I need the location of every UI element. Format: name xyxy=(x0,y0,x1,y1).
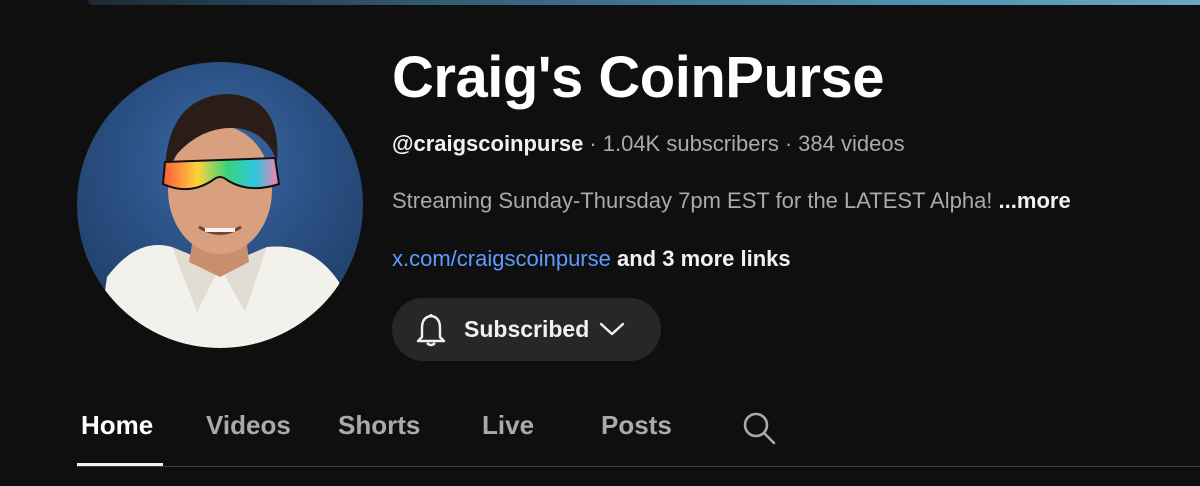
tab-home[interactable]: Home xyxy=(81,410,153,441)
channel-external-link[interactable]: x.com/craigscoinpurse xyxy=(392,246,611,271)
tab-shorts[interactable]: Shorts xyxy=(338,410,420,441)
tab-posts[interactable]: Posts xyxy=(601,410,672,441)
search-icon[interactable] xyxy=(741,410,777,446)
channel-description[interactable]: Streaming Sunday-Thursday 7pm EST for th… xyxy=(392,188,1071,214)
bell-icon xyxy=(416,314,446,347)
channel-avatar[interactable] xyxy=(77,62,363,348)
more-links-link[interactable]: and 3 more links xyxy=(617,246,791,271)
meta-separator: · xyxy=(784,131,793,156)
description-more-link[interactable]: ...more xyxy=(999,188,1071,213)
channel-meta: @craigscoinpurse · 1.04K subscribers · 384 v… xyxy=(392,131,905,157)
subscribed-label: Subscribed xyxy=(464,316,590,342)
avatar-image xyxy=(97,94,347,348)
channel-title: Craig's CoinPurse xyxy=(392,45,884,110)
subscriber-count: 1.04K subscribers xyxy=(602,131,779,156)
tabs-divider xyxy=(77,466,1200,467)
video-count: 384 videos xyxy=(798,131,905,156)
tab-live[interactable]: Live xyxy=(482,410,534,441)
tab-videos[interactable]: Videos xyxy=(206,410,291,441)
subscribed-button[interactable]: Subscribed xyxy=(392,298,661,361)
chevron-down-icon xyxy=(599,322,625,336)
channel-handle: @craigscoinpurse xyxy=(392,131,584,156)
channel-tabs: Home Videos Shorts Live Posts xyxy=(0,400,1200,467)
description-text: Streaming Sunday-Thursday 7pm EST for th… xyxy=(392,188,993,213)
channel-links: x.com/craigscoinpurse and 3 more links xyxy=(392,246,791,272)
meta-separator: · xyxy=(589,131,597,156)
channel-banner-edge xyxy=(88,0,1200,5)
